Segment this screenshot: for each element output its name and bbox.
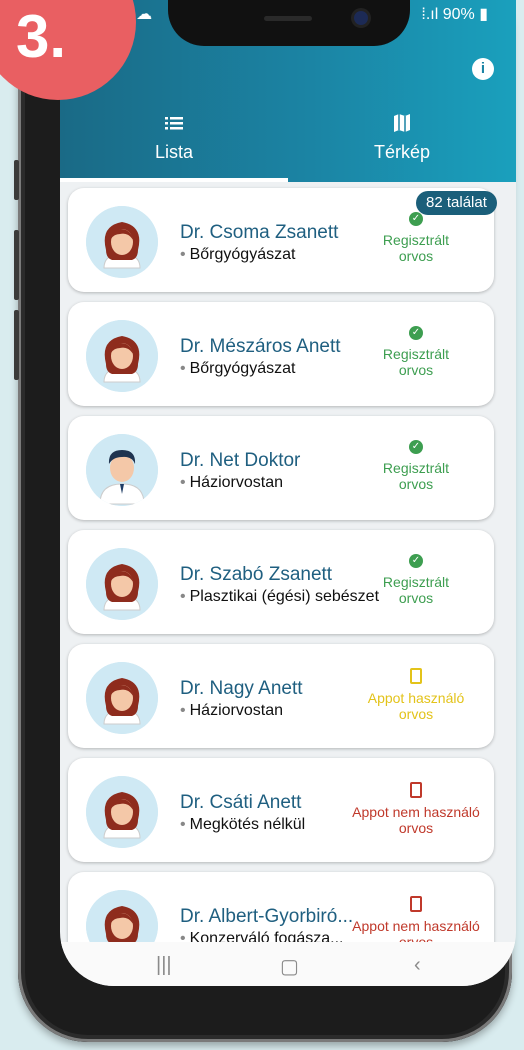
doctor-name: Dr. Mészáros Anett — [180, 336, 341, 357]
phone-screen: ▪ ☁ ⁞.ıl 90% ▮ ← i Lista Térkép — [60, 0, 516, 986]
phone-frame: ▪ ☁ ⁞.ıl 90% ▮ ← i Lista Térkép — [14, 0, 516, 1042]
result-count-badge: 82 találat — [416, 191, 497, 215]
doctor-card[interactable]: Dr. Szabó Zsanett • Plasztikai (égési) seb… — [68, 530, 494, 634]
check-circle-icon: ✓ — [409, 326, 423, 340]
bullet-icon: • — [180, 588, 186, 605]
doctor-specialty: Háziorvostan — [189, 474, 283, 491]
front-camera — [354, 11, 368, 25]
check-circle-icon: ✓ — [409, 440, 423, 454]
doctor-status: Appot nem használó orvos — [346, 782, 486, 836]
status-label: orvos — [398, 248, 434, 264]
doctor-status: ✓ Regisztrált orvos — [346, 212, 486, 264]
doctor-specialty-row: • Bőrgyógyászat — [180, 360, 295, 378]
doctor-name: Dr. Csoma Zsanett — [180, 222, 339, 243]
tab-label: Lista — [154, 142, 194, 162]
status-label: Appot nem használó — [352, 918, 480, 934]
doctor-card[interactable]: Dr. Mészáros Anett • Bőrgyógyászat ✓ Regiszt… — [68, 302, 494, 406]
doctor-name: Dr. Szabó Zsanett — [180, 564, 333, 585]
phone-side-button — [14, 160, 19, 200]
status-label: orvos — [398, 590, 434, 606]
tab-label: Térkép — [373, 142, 431, 162]
status-label: Regisztrált — [382, 574, 450, 590]
status-label: Regisztrált — [382, 460, 450, 476]
male-doctor-avatar — [86, 434, 158, 506]
doctor-specialty-row: • Konzerváló fogásza... — [180, 930, 343, 942]
female-doctor-avatar — [86, 548, 158, 620]
mobile-phone-icon — [410, 782, 422, 798]
bullet-icon: • — [180, 360, 186, 377]
mobile-phone-icon — [410, 896, 422, 912]
doctor-specialty: Bőrgyógyászat — [189, 246, 296, 263]
doctor-specialty-row: • Háziorvostan — [180, 702, 283, 720]
battery-level: 90% — [442, 6, 475, 23]
speaker — [264, 16, 312, 21]
doctor-name: Dr. Albert-Gyorbiró... — [180, 906, 354, 927]
doctor-specialty: Bőrgyógyászat — [189, 360, 296, 377]
tab-lista[interactable]: Lista — [60, 112, 288, 182]
bullet-icon: • — [180, 246, 186, 263]
status-label: orvos — [398, 362, 434, 378]
doctor-list[interactable]: Dr. Csoma Zsanett • Bőrgyógyászat ✓ Regisztr… — [60, 182, 516, 942]
status-label: Regisztrált — [382, 346, 450, 362]
check-circle-icon: ✓ — [409, 212, 423, 226]
doctor-status: Appot használó orvos — [346, 668, 486, 722]
phone-volume-button — [14, 310, 19, 380]
doctor-specialty-row: • Megkötés nélkül — [180, 816, 305, 834]
doctor-specialty: Konzerváló fogásza... — [189, 930, 344, 942]
info-icon[interactable]: i — [472, 58, 494, 80]
doctor-card[interactable]: Dr. Albert-Gyorbiró... • Konzerváló fogász… — [68, 872, 494, 942]
doctor-status: Appot nem használó orvos — [346, 896, 486, 942]
mobile-phone-icon — [410, 668, 422, 684]
list-icon — [60, 112, 288, 142]
doctor-status: ✓ Regisztrált orvos — [346, 326, 486, 378]
tab-terkep[interactable]: Térkép — [288, 112, 516, 182]
bullet-icon: • — [180, 816, 186, 833]
bullet-icon: • — [180, 474, 186, 491]
home-icon[interactable]: ▢ — [280, 954, 299, 979]
status-label: Appot nem használó — [352, 804, 480, 820]
doctor-name: Dr. Nagy Anett — [180, 678, 303, 699]
doctor-status: ✓ Regisztrált orvos — [346, 554, 486, 606]
doctor-name: Dr. Net Doktor — [180, 450, 301, 471]
step-number: 3. — [16, 3, 67, 70]
doctor-name: Dr. Csáti Anett — [180, 792, 302, 813]
doctor-card[interactable]: Dr. Csáti Anett • Megkötés nélkül Appot nem… — [68, 758, 494, 862]
doctor-specialty-row: • Bőrgyógyászat — [180, 246, 295, 264]
phone-notch — [168, 0, 410, 46]
female-doctor-avatar — [86, 206, 158, 278]
doctor-specialty-row: • Háziorvostan — [180, 474, 283, 492]
status-right: ⁞.ıl 90% ▮ — [421, 6, 488, 23]
doctor-status: ✓ Regisztrált orvos — [346, 440, 486, 492]
female-doctor-avatar — [86, 320, 158, 392]
map-icon — [288, 112, 516, 142]
recent-apps-icon[interactable]: ||| — [156, 954, 172, 977]
female-doctor-avatar — [86, 890, 158, 942]
status-label: Regisztrált — [382, 232, 450, 248]
female-doctor-avatar — [86, 776, 158, 848]
bullet-icon: • — [180, 702, 186, 719]
doctor-specialty: Háziorvostan — [189, 702, 283, 719]
status-label: orvos — [398, 476, 434, 492]
phone-volume-button — [14, 230, 19, 300]
status-label: Appot használó — [367, 690, 465, 706]
doctor-specialty: Megkötés nélkül — [189, 816, 306, 833]
doctor-card[interactable]: Dr. Nagy Anett • Háziorvostan Appot használ… — [68, 644, 494, 748]
bullet-icon: • — [180, 930, 186, 942]
back-nav-icon[interactable]: ‹ — [414, 954, 421, 977]
check-circle-icon: ✓ — [409, 554, 423, 568]
female-doctor-avatar — [86, 662, 158, 734]
doctor-card[interactable]: Dr. Net Doktor • Háziorvostan ✓ Regisztrált o… — [68, 416, 494, 520]
status-label: orvos — [398, 820, 434, 836]
status-label: orvos — [398, 706, 434, 722]
android-nav-bar: ||| ▢ ‹ — [60, 942, 516, 986]
status-label: orvos — [398, 934, 434, 942]
